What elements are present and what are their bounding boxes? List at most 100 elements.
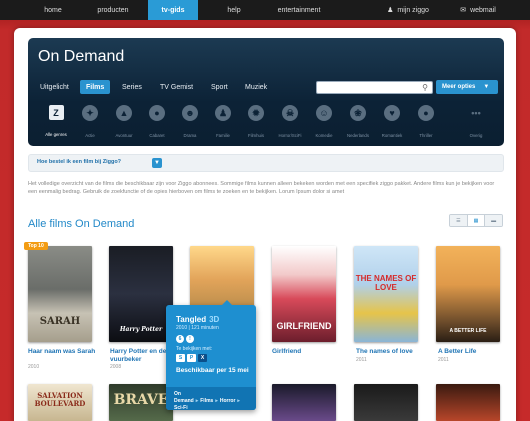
thriller-icon: ● <box>418 105 434 121</box>
compact-view-icon[interactable]: ▬ <box>485 215 502 226</box>
poster-salvation-boulevard[interactable]: SALVATION BOULEVARD <box>28 384 92 421</box>
mail-icon: ✉ <box>460 7 467 14</box>
genre-label: Nederlands <box>347 133 369 138</box>
nav-producten-label: producten <box>97 6 129 14</box>
nav-home[interactable]: home <box>28 0 78 20</box>
nav-mijn-ziggo[interactable]: ♟ mijn ziggo <box>375 0 441 20</box>
popup-breadcrumb: On Demand ▸ Films ▸ Horror ▸ Sci-Fi <box>166 387 256 411</box>
genre-nederlands[interactable]: ❀ Nederlands <box>340 103 376 143</box>
microphone-icon: ● <box>149 105 165 121</box>
popup-rating-badges: 6 ! <box>176 335 194 343</box>
content-warning-icon: ! <box>186 335 194 343</box>
popup-availability: Beschikbaar per 15 mei <box>176 367 249 374</box>
tab-tv-gemist[interactable]: TV Gemist <box>160 80 193 94</box>
crumb-sci-fi[interactable]: Sci-Fi <box>174 405 188 411</box>
popup-title-text: Tangled <box>176 315 207 324</box>
film-year: 2008 <box>110 364 122 370</box>
action-icon: ✦ <box>82 105 98 121</box>
chevron-down-icon[interactable]: ▼ <box>152 158 162 168</box>
film-title[interactable]: A Better Life <box>438 348 508 356</box>
top10-badge: Top 10 <box>24 242 48 250</box>
nav-webmail[interactable]: ✉ webmail <box>448 0 508 20</box>
nav-entertainment[interactable]: entertainment <box>266 0 332 20</box>
popup-format-badge: 3D <box>209 315 220 324</box>
list-view-icon[interactable]: ☰ <box>450 215 468 226</box>
genre-label: Horror/SciFi <box>278 133 302 138</box>
poster-names-of-love[interactable]: THE NAMES OF LOVE <box>354 246 418 342</box>
genre-label: Drama <box>183 133 197 138</box>
crumb-horror[interactable]: Horror <box>220 398 236 404</box>
poster-girlfriend[interactable]: GIRLFRIEND <box>272 246 336 342</box>
genre-overig[interactable]: ••• Overig <box>458 103 494 143</box>
user-icon: ♟ <box>387 7 394 14</box>
family-icon: ♟ <box>215 105 231 121</box>
poster-row2-4[interactable] <box>272 384 336 421</box>
film-popup: Tangled 3D 2010 | 121 minuten 6 ! Te beki… <box>166 300 256 411</box>
more-dots-icon: ••• <box>471 108 481 118</box>
genre-horror-scifi[interactable]: ☠ Horror/SciFi <box>272 103 308 143</box>
poster-harry-potter[interactable]: Harry Potter <box>109 246 173 342</box>
crumb-on-demand[interactable]: On Demand <box>174 391 194 404</box>
top-navigation: home producten tv-gids help entertainmen… <box>0 0 530 20</box>
skull-icon: ☠ <box>282 105 298 121</box>
section-title: Alle films On Demand <box>28 218 135 230</box>
tulip-icon: ❀ <box>350 105 366 121</box>
genre-label: Overig <box>469 133 483 138</box>
genre-label: Avontuur <box>115 133 133 138</box>
tab-series[interactable]: Series <box>122 80 142 94</box>
nav-tv-gids[interactable]: tv-gids <box>148 0 198 20</box>
poster-a-better-life[interactable]: A BETTER LIFE <box>436 246 500 342</box>
genre-label: Komedie <box>315 133 333 138</box>
search-icon[interactable]: ⚲ <box>422 83 428 92</box>
genre-label: Actie <box>85 133 95 138</box>
poster-brave[interactable]: BRAVE <box>109 384 173 421</box>
tab-films[interactable]: Films <box>80 80 111 94</box>
poster-row2-6[interactable] <box>436 384 500 421</box>
nav-producten[interactable]: producten <box>82 0 144 20</box>
genre-thriller[interactable]: ● Thriller <box>408 103 444 143</box>
tab-muziek[interactable]: Muziek <box>245 80 267 94</box>
service-s-icon: S <box>176 354 185 362</box>
tab-sport[interactable]: Sport <box>211 80 228 94</box>
genre-avontuur[interactable]: ▲ Avontuur <box>106 103 142 143</box>
more-options-dropdown[interactable]: Meer opties ▼ <box>436 80 498 94</box>
nav-tv-gids-label: tv-gids <box>161 6 185 14</box>
genre-actie[interactable]: ✦ Actie <box>72 103 108 143</box>
poster-haar-naam-was-sarah[interactable]: SARAH <box>28 246 92 342</box>
genre-komedie[interactable]: ☺ Komedie <box>306 103 342 143</box>
popup-title[interactable]: Tangled 3D <box>176 315 219 324</box>
poster-row2-5[interactable] <box>354 384 418 421</box>
genre-filmhuis[interactable]: ✹ Filmhuis <box>238 103 274 143</box>
crumb-films[interactable]: Films <box>200 398 213 404</box>
info-bar: Hoe bestel ik een film bij Ziggo? ▼ <box>28 154 504 172</box>
adventure-icon: ▲ <box>116 105 132 121</box>
nav-help[interactable]: help <box>214 0 254 20</box>
tab-uitgelicht[interactable]: Uitgelicht <box>40 80 69 94</box>
genre-label: Romantiek <box>381 133 403 138</box>
page-title: On Demand <box>38 48 125 65</box>
grid-view-icon[interactable]: ▦ <box>467 215 486 226</box>
genre-label: Alle genres <box>45 132 67 137</box>
poster-title-text: GIRLFRIEND <box>276 321 332 331</box>
genre-drama[interactable]: ☻ Drama <box>172 103 208 143</box>
nav-webmail-label: webmail <box>470 6 496 14</box>
service-p-icon: P <box>187 354 196 362</box>
genre-romantiek[interactable]: ♥ Romantiek <box>374 103 410 143</box>
genre-cabaret[interactable]: ● Cabaret <box>139 103 175 143</box>
heart-icon: ♥ <box>384 105 400 121</box>
film-title[interactable]: The names of love <box>356 348 426 356</box>
popup-watch-with: Te bekijken met: <box>176 346 213 352</box>
search-input[interactable]: ⚲ <box>316 81 433 94</box>
genre-alle-genres[interactable]: Z Alle genres <box>38 103 74 143</box>
popup-arrow <box>222 300 232 305</box>
poster-title-text: A BETTER LIFE <box>449 328 487 334</box>
comedy-icon: ☺ <box>316 105 332 121</box>
nav-home-label: home <box>44 6 62 14</box>
order-help-link[interactable]: Hoe bestel ik een film bij Ziggo? <box>37 159 121 165</box>
genre-label: Cabaret <box>149 133 165 138</box>
film-title[interactable]: Girlfriend <box>272 348 342 356</box>
film-title[interactable]: Haar naam was Sarah <box>28 348 98 356</box>
nav-help-label: help <box>227 6 241 14</box>
genre-familie[interactable]: ♟ Familie <box>205 103 241 143</box>
genre-label: Thriller <box>419 133 433 138</box>
